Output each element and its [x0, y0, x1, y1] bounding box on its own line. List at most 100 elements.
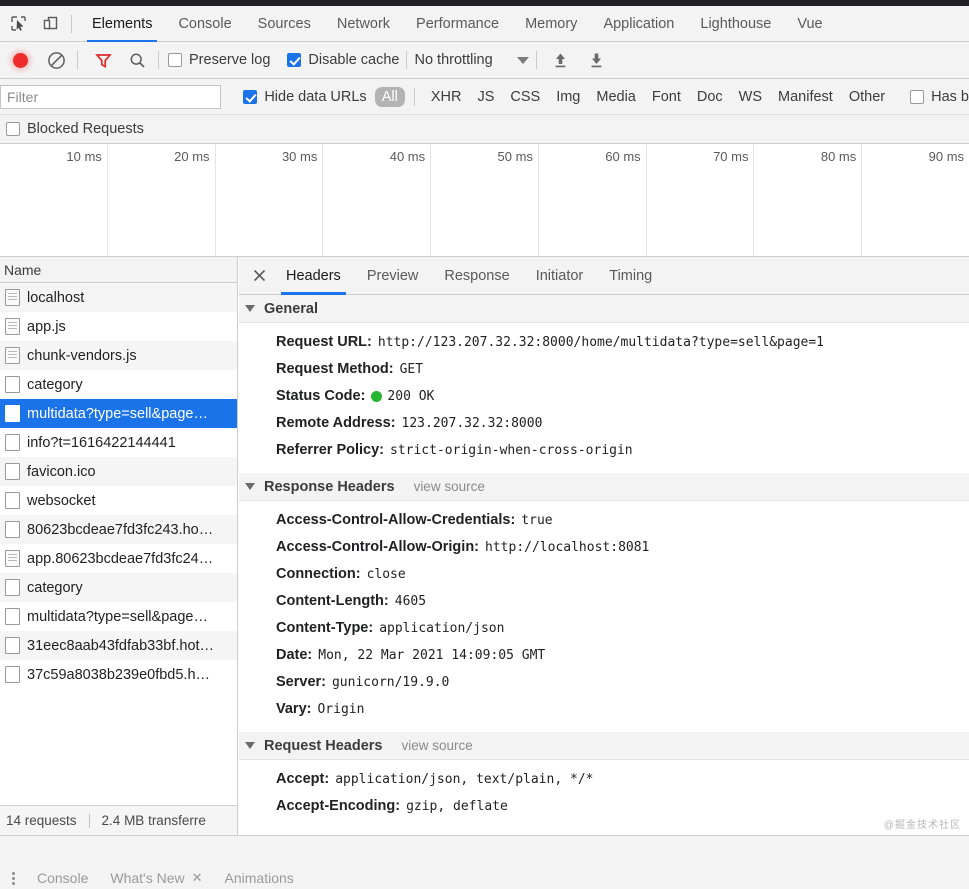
drawer-tab-console[interactable]: Console — [26, 866, 99, 889]
filter-type-css[interactable]: CSS — [503, 87, 547, 107]
detail-tabbar: Headers Preview Response Initiator Timin… — [239, 257, 969, 295]
filter-funnel-icon[interactable] — [89, 46, 117, 74]
request-row[interactable]: 80623bcdeae7fd3fc243.ho… — [0, 515, 237, 544]
chevron-down-icon[interactable] — [245, 483, 255, 490]
import-har-icon[interactable] — [547, 46, 575, 74]
filter-type-other[interactable]: Other — [842, 87, 892, 107]
timeline-cell: 30 ms — [216, 144, 324, 256]
response-headers-section-header[interactable]: Response Headers view source — [239, 473, 969, 501]
search-icon[interactable] — [123, 46, 151, 74]
filter-type-media[interactable]: Media — [589, 87, 643, 107]
filter-type-all[interactable]: All — [374, 86, 405, 107]
tab-sources[interactable]: Sources — [245, 6, 324, 42]
request-row[interactable]: localhost — [0, 283, 237, 312]
chevron-down-icon[interactable] — [245, 305, 255, 312]
request-name: category — [27, 579, 83, 596]
more-options-icon[interactable] — [0, 866, 26, 889]
filter-type-ws[interactable]: WS — [732, 87, 769, 107]
devtools-drawer: Console What's New ✕ Animations — [0, 835, 969, 889]
view-source-link-request[interactable]: view source — [401, 738, 472, 753]
chevron-down-icon[interactable] — [245, 742, 255, 749]
has-blocked-cookies-box[interactable] — [910, 89, 925, 104]
record-icon[interactable] — [6, 46, 34, 74]
network-overview-timeline[interactable]: 10 ms 20 ms 30 ms 40 ms 50 ms 60 ms 70 m… — [0, 144, 969, 257]
filter-type-font[interactable]: Font — [645, 87, 688, 107]
view-source-link-response[interactable]: view source — [414, 479, 485, 494]
request-headers-section-header[interactable]: Request Headers view source — [239, 732, 969, 760]
request-row[interactable]: category — [0, 370, 237, 399]
blocked-requests-checkbox[interactable]: Blocked Requests — [6, 121, 144, 137]
detail-tab-response[interactable]: Response — [431, 257, 522, 295]
request-name: chunk-vendors.js — [27, 347, 137, 364]
request-row[interactable]: app.80623bcdeae7fd3fc24… — [0, 544, 237, 573]
request-row[interactable]: info?t=1616422144441 — [0, 428, 237, 457]
tab-network[interactable]: Network — [324, 6, 403, 42]
response-headers-rows: Access-Control-Allow-Credentials: true A… — [239, 501, 969, 732]
request-row[interactable]: category — [0, 573, 237, 602]
export-har-icon[interactable] — [583, 46, 611, 74]
filter-divider — [413, 87, 415, 106]
tab-vue[interactable]: Vue — [784, 6, 835, 42]
generic-file-icon — [5, 637, 20, 654]
general-section-title: General — [264, 300, 318, 317]
request-row-selected[interactable]: multidata?type=sell&page… — [0, 399, 237, 428]
header-name: Referrer Policy: — [276, 442, 384, 458]
close-icon[interactable]: ✕ — [192, 866, 203, 889]
throttling-dropdown[interactable]: No throttling — [414, 52, 529, 68]
request-row[interactable]: websocket — [0, 486, 237, 515]
toolbar-divider-3 — [158, 51, 159, 69]
tab-lighthouse[interactable]: Lighthouse — [687, 6, 784, 42]
drawer-tab-whats-new[interactable]: What's New ✕ — [99, 866, 213, 889]
disable-cache-checkbox[interactable]: Disable cache — [287, 52, 399, 68]
hide-data-urls-checkbox[interactable]: Hide data URLs — [243, 89, 367, 105]
header-value: http://123.207.32.32:8000/home/multidata… — [377, 335, 824, 350]
hide-data-urls-box[interactable] — [243, 89, 258, 104]
column-header-name: Name — [4, 261, 42, 278]
tab-application[interactable]: Application — [590, 6, 687, 42]
request-name: 80623bcdeae7fd3fc243.ho… — [27, 521, 214, 538]
device-toolbar-icon[interactable] — [36, 10, 64, 38]
disable-cache-box[interactable] — [287, 53, 302, 67]
detail-tab-initiator[interactable]: Initiator — [523, 257, 597, 295]
watermark: @掘金技术社区 — [883, 820, 961, 831]
request-list[interactable]: localhost app.js chunk-vendors.js catego… — [0, 283, 237, 805]
header-value: application/json — [379, 621, 505, 636]
inspect-element-icon[interactable] — [4, 10, 32, 38]
drawer-tab-animations[interactable]: Animations — [214, 866, 305, 889]
close-icon[interactable] — [245, 257, 273, 295]
header-name: Accept-Encoding: — [276, 798, 401, 814]
timeline-tick-label: 60 ms — [605, 149, 641, 164]
tab-performance[interactable]: Performance — [403, 6, 512, 42]
header-value: gunicorn/19.9.0 — [331, 675, 450, 690]
detail-tab-preview[interactable]: Preview — [354, 257, 432, 295]
filter-type-manifest[interactable]: Manifest — [771, 87, 840, 107]
preserve-log-box[interactable] — [168, 53, 182, 67]
request-row[interactable]: 31eec8aab43fdfab33bf.hot… — [0, 631, 237, 660]
generic-file-icon — [5, 579, 20, 596]
filter-type-xhr[interactable]: XHR — [424, 87, 469, 107]
tab-console[interactable]: Console — [165, 6, 244, 42]
request-row[interactable]: 37c59a8038b239e0fbd5.h… — [0, 660, 237, 689]
header-name: Connection: — [276, 566, 361, 582]
request-row[interactable]: chunk-vendors.js — [0, 341, 237, 370]
header-row: Connection: close — [239, 561, 969, 588]
has-blocked-cookies-checkbox[interactable]: Has b — [910, 89, 969, 105]
clear-icon[interactable] — [42, 46, 70, 74]
tab-elements[interactable]: Elements — [79, 6, 165, 42]
detail-tab-headers[interactable]: Headers — [273, 257, 354, 295]
filter-type-js[interactable]: JS — [470, 87, 501, 107]
preserve-log-checkbox[interactable]: Preserve log — [168, 52, 270, 68]
blocked-requests-box[interactable] — [6, 122, 20, 136]
request-row[interactable]: multidata?type=sell&page… — [0, 602, 237, 631]
request-row[interactable]: favicon.ico — [0, 457, 237, 486]
tab-memory[interactable]: Memory — [512, 6, 590, 42]
detail-tab-timing[interactable]: Timing — [596, 257, 665, 295]
request-list-column-header[interactable]: Name — [0, 257, 237, 283]
general-section-header[interactable]: General — [239, 295, 969, 323]
timeline-cell: 10 ms — [0, 144, 108, 256]
header-name: Content-Length: — [276, 593, 389, 609]
filter-type-img[interactable]: Img — [549, 87, 587, 107]
filter-input[interactable] — [0, 84, 222, 109]
request-row[interactable]: app.js — [0, 312, 237, 341]
filter-type-doc[interactable]: Doc — [690, 87, 730, 107]
